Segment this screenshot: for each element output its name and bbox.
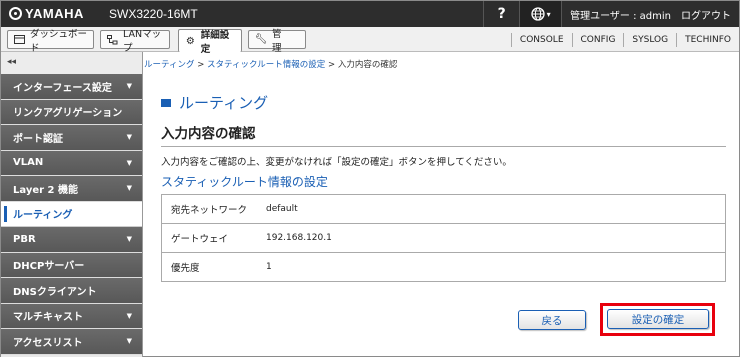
divider: [161, 146, 726, 147]
sidebar-item-interface[interactable]: インターフェース設定 ▼: [1, 74, 142, 100]
config-link[interactable]: CONFIG: [571, 32, 624, 47]
gear-icon: ⚙: [185, 35, 195, 47]
tab-lan-map[interactable]: LANマップ: [100, 29, 170, 54]
chevron-down-icon: ▼: [126, 311, 132, 320]
page-title-text: ルーティング: [179, 94, 269, 112]
row-value: default: [266, 204, 298, 214]
chevron-down-icon: ▼: [126, 82, 132, 91]
sidebar-item-label: VLAN: [13, 157, 44, 169]
page-title-icon: [161, 97, 173, 109]
breadcrumb-separator: >: [325, 60, 338, 70]
page-subtitle: 入力内容の確認: [161, 126, 256, 142]
chevron-down-icon: ▼: [126, 158, 132, 167]
yamaha-mark-icon: [9, 7, 22, 20]
table-row: 宛先ネットワーク default: [162, 195, 725, 224]
language-button[interactable]: ▾: [519, 1, 562, 27]
logo-text: YAMAHA: [25, 6, 84, 21]
chevron-down-icon: ▼: [126, 133, 132, 142]
help-button[interactable]: ?: [483, 1, 519, 27]
logout-link[interactable]: ログアウト: [681, 7, 731, 22]
breadcrumb-static-route[interactable]: スタティックルート情報の設定: [207, 60, 325, 70]
sidebar-item-pbr[interactable]: PBR ▼: [1, 227, 142, 253]
breadcrumb-separator: >: [194, 60, 208, 70]
chevron-down-icon: ▾: [546, 9, 551, 19]
yamaha-logo: YAMAHA: [9, 6, 84, 21]
sidebar-item-port-auth[interactable]: ポート認証 ▼: [1, 125, 142, 151]
chevron-down-icon: ▼: [126, 184, 132, 193]
collapse-sidebar-button[interactable]: ◂◂: [1, 52, 142, 74]
sidebar-item-label: PBR: [13, 233, 36, 245]
row-key: ゲートウェイ: [171, 234, 229, 245]
sidebar-item-routing[interactable]: ルーティング: [1, 201, 142, 227]
globe-icon: [530, 7, 545, 21]
confirm-settings-button[interactable]: 設定の確定: [607, 309, 709, 329]
lan-map-icon: [107, 34, 118, 45]
main-content: ルーティング > スタティックルート情報の設定 > 入力内容の確認 ルーティング…: [144, 52, 739, 357]
row-value: 192.168.120.1: [266, 233, 332, 243]
sidebar-item-label: リンクアグリゲーション: [13, 108, 123, 120]
page-title: ルーティング: [161, 92, 268, 113]
row-key: 優先度: [171, 263, 200, 274]
sidebar-item-label: ポート認証: [13, 133, 63, 145]
row-value: 1: [266, 262, 272, 272]
top-bar: YAMAHA SWX3220-16MT ? ▾ 管理ユーザー : admin ロ…: [1, 1, 739, 27]
tab-label: LANマップ: [123, 28, 162, 54]
sidebar-item-label: アクセスリスト: [13, 337, 83, 349]
instruction-text: 入力内容をご確認の上、変更がなければ「設定の確定」ボタンを押してください。: [161, 157, 512, 168]
user-info: 管理ユーザー : admin ログアウト: [561, 1, 739, 27]
sidebar-item-dns-client[interactable]: DNSクライアント: [1, 278, 142, 304]
user-label: 管理ユーザー : admin: [570, 10, 671, 22]
sidebar-item-label: DHCPサーバー: [13, 261, 85, 273]
section-title: スタティックルート情報の設定: [161, 175, 328, 189]
chevron-down-icon: ▼: [126, 235, 132, 244]
console-link[interactable]: CONSOLE: [510, 32, 572, 47]
dashboard-icon: [14, 35, 25, 45]
syslog-link[interactable]: SYSLOG: [623, 32, 676, 47]
tab-advanced-settings[interactable]: ⚙ 詳細設定: [178, 29, 242, 55]
table-row: 優先度 1: [162, 253, 725, 282]
sidebar-item-layer2[interactable]: Layer 2 機能 ▼: [1, 176, 142, 202]
sidebar-item-label: ルーティング: [13, 210, 73, 222]
model-name: SWX3220-16MT: [109, 7, 198, 21]
sidebar-item-access-list[interactable]: アクセスリスト ▼: [1, 329, 142, 355]
tab-bar: ダッシュボード LANマップ ⚙ 詳細設定 🔧︎ 管 理 CONSOLE CON…: [1, 27, 739, 55]
sidebar-item-label: インターフェース設定: [13, 82, 112, 94]
back-button[interactable]: 戻る: [518, 310, 586, 330]
sidebar-item-multicast[interactable]: マルチキャスト ▼: [1, 303, 142, 329]
row-key: 宛先ネットワーク: [171, 205, 248, 216]
tab-label: ダッシュボード: [30, 28, 88, 54]
tab-label: 詳細設定: [200, 30, 230, 55]
breadcrumb: ルーティング > スタティックルート情報の設定 > 入力内容の確認: [144, 58, 397, 70]
techinfo-link[interactable]: TECHINFO: [676, 32, 739, 47]
sidebar-item-dhcp-server[interactable]: DHCPサーバー: [1, 252, 142, 278]
wrench-icon: 🔧︎: [254, 34, 268, 45]
sidebar-item-label: DNSクライアント: [13, 286, 97, 298]
sidebar-item-label: Layer 2 機能: [13, 184, 78, 196]
chevron-down-icon: ▼: [126, 337, 132, 346]
table-row: ゲートウェイ 192.168.120.1: [162, 224, 725, 253]
sidebar-item-vlan[interactable]: VLAN ▼: [1, 150, 142, 176]
sidebar: ◂◂ インターフェース設定 ▼ リンクアグリゲーション ポート認証 ▼ VLAN ▼ …: [1, 52, 143, 357]
breadcrumb-current: 入力内容の確認: [337, 60, 398, 70]
confirmation-table: 宛先ネットワーク default ゲートウェイ 192.168.120.1 優先…: [161, 194, 726, 282]
breadcrumb-routing[interactable]: ルーティング: [144, 60, 195, 70]
sidebar-item-link-aggregation[interactable]: リンクアグリゲーション: [1, 99, 142, 125]
tab-management[interactable]: 🔧︎ 管 理: [248, 29, 306, 54]
tab-dashboard[interactable]: ダッシュボード: [7, 29, 94, 54]
sidebar-item-label: マルチキャスト: [13, 312, 83, 324]
tab-label: 管 理: [272, 28, 292, 54]
